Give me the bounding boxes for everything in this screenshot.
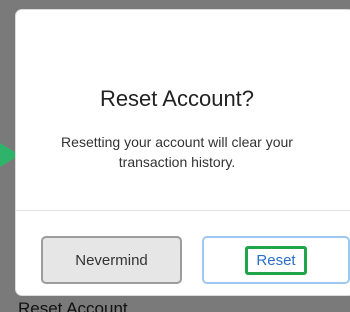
background-heading: Reset Account — [18, 299, 128, 312]
reset-button[interactable]: Reset — [202, 236, 350, 284]
screen: Reset Account Reset Account? Resetting y… — [0, 0, 350, 312]
reset-button-label: Reset — [245, 245, 307, 275]
dialog-title: Reset Account? — [99, 86, 255, 111]
reset-account-dialog: Reset Account? Resetting your account wi… — [16, 10, 350, 295]
dialog-message: Resetting your account will clear your t… — [61, 134, 293, 170]
dialog-divider — [16, 210, 350, 211]
nevermind-button[interactable]: Nevermind — [41, 236, 182, 284]
